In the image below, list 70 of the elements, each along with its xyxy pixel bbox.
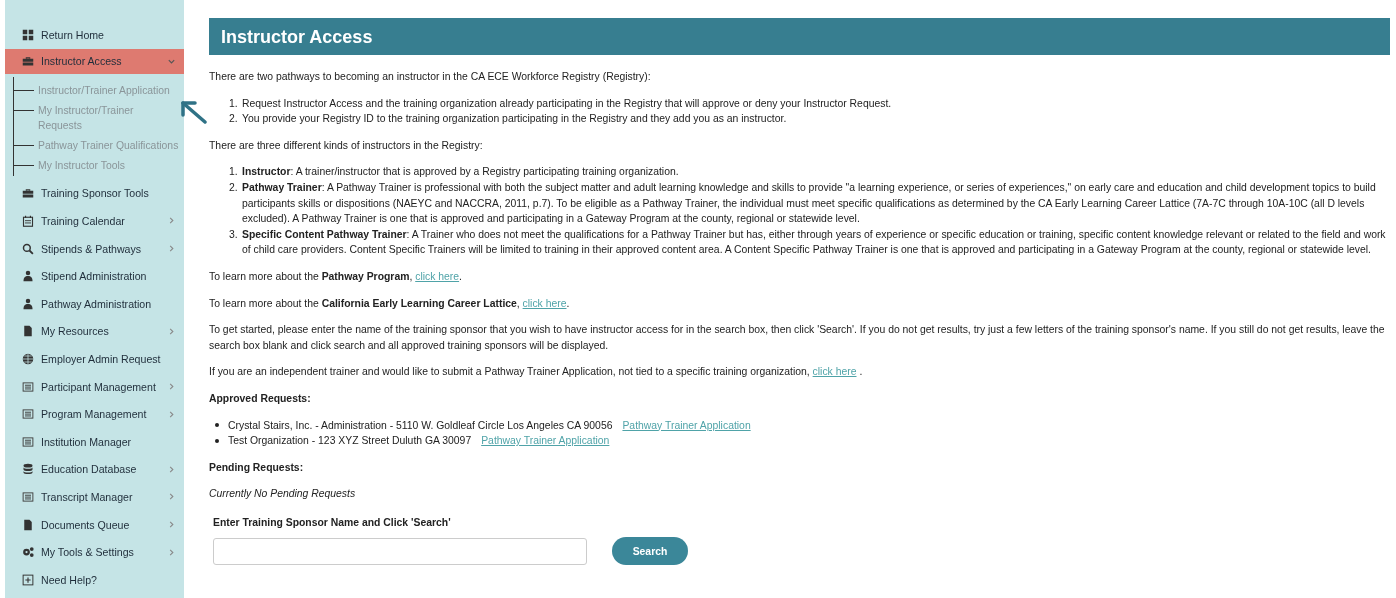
paragraph: To learn more about the California Early Learning Career Lattice, click here. xyxy=(209,296,571,311)
list-item: Request Instructor Access and the training organization already participating in the Registry that will approve or deny your Instructor Request. xyxy=(242,96,893,111)
chevron-right-icon xyxy=(167,382,176,392)
list-item: You provide your Registry ID to the training organization participating in the Registry and they add you as an instructor. xyxy=(242,112,788,127)
gears-icon xyxy=(22,546,34,559)
toolbox-icon xyxy=(22,55,34,68)
bullet-icon xyxy=(215,423,219,428)
list-item: Pathway Trainer: A Pathway Trainer is professional with both the subject matter and adult learning knowledge and skills to provide "a learning experience, or series of experiences," on early care and education and child development topics to build participants skills or dispositions (NAEYC and NACCRA, 2011, p.7). To be eligible as a Pathway Trainer, the individual must meet specific qualifications as determined by the CA Early Learning Career Lattice (7A-7C through 10A-10C (all D levels excluded). A Pathway Trainer is one that is approved and participating in a Gateway Program at the county, regional or statewide level. xyxy=(242,180,1377,227)
grid-icon xyxy=(22,28,34,41)
sidebar-item[interactable]: Education Database xyxy=(5,455,184,484)
sidebar-item[interactable]: My Resources xyxy=(5,317,184,346)
sidebar-item[interactable]: My Tools & Settings xyxy=(5,538,184,566)
person-icon xyxy=(22,270,34,283)
paragraph: To get started, please enter the name of the training sponsor that you wish to have instructor access for in the search box, then click 'Search'. If you do not get results, try just a few letters of the training sponsor's name. If you still do not get results, leave the search box blank and click search and all approved training sponsors will be displayed. xyxy=(209,323,1386,353)
sidebar-item[interactable]: Documents Queue xyxy=(5,510,184,539)
file-icon xyxy=(22,325,34,338)
sidebar-item[interactable]: Stipends & Pathways xyxy=(5,234,184,263)
chevron-right-icon xyxy=(167,244,176,254)
chevron-right-icon xyxy=(167,464,176,474)
empty-note: Currently No Pending Requests xyxy=(209,487,357,502)
request-text: Test Organization - 123 XYZ Street Duluth GA 30097 xyxy=(228,434,472,449)
sidebar-item[interactable]: Instructor Access xyxy=(5,48,184,74)
list-number: 1. xyxy=(229,96,239,111)
database-icon xyxy=(22,463,34,476)
sidebar-item[interactable]: Pathway Administration xyxy=(5,289,184,318)
list-icon xyxy=(22,490,34,503)
file-icon xyxy=(22,518,34,531)
paragraph: There are two pathways to becoming an instructor in the CA ECE Workforce Registry (Registry): xyxy=(209,70,652,84)
search-field[interactable] xyxy=(213,537,587,565)
sidebar-item[interactable]: Training Calendar xyxy=(5,207,184,235)
bullet-icon xyxy=(215,438,219,443)
section-heading: Pending Requests: xyxy=(209,460,305,475)
person-icon xyxy=(22,297,34,310)
field-label: Enter Training Sponsor Name and Click 'Search' xyxy=(213,515,452,530)
sidebar-item[interactable]: Return Home xyxy=(5,21,184,49)
chevron-right-icon xyxy=(167,216,176,226)
page-title: Instructor Access xyxy=(209,18,1390,55)
sidebar-item[interactable]: Transcript Manager xyxy=(5,483,184,511)
chevron-right-icon xyxy=(167,547,176,557)
list-number: 2. xyxy=(229,180,239,195)
sidebar-item[interactable]: Institution Manager xyxy=(5,427,184,456)
sidebar-item[interactable]: Need Help? xyxy=(5,565,184,594)
section-heading: Approved Requests: xyxy=(209,391,312,406)
list-number: 1. xyxy=(229,165,239,180)
paragraph: There are three different kinds of instructors in the Registry: xyxy=(209,138,484,153)
search-button[interactable]: Search xyxy=(612,537,688,566)
sidebar-item[interactable]: Training Sponsor Tools xyxy=(5,179,184,208)
list-icon xyxy=(22,380,34,393)
paragraph: If you are an independent trainer and would like to submit a Pathway Trainer Application, not tied to a specific training organization, click here . xyxy=(209,365,864,380)
sidebar-item[interactable]: Participant Management xyxy=(5,372,184,401)
sidebar-item[interactable]: Employer Admin Request xyxy=(5,345,184,373)
chevron-right-icon xyxy=(167,409,176,419)
list-item: Instructor: A trainer/instructor that is approved by a Registry participating training organization. xyxy=(242,165,680,180)
paragraph: To learn more about the Pathway Program, click here. xyxy=(209,269,463,284)
sidebar-item[interactable]: Program Management xyxy=(5,400,184,428)
sidebar-item[interactable]: Stipend Administration xyxy=(5,262,184,290)
request-text: Crystal Stairs, Inc. - Administration - 5110 W. Goldleaf Circle Los Angeles CA 90056 xyxy=(228,418,613,433)
plus-box-icon xyxy=(22,573,34,586)
chevron-right-icon xyxy=(167,326,176,336)
globe-icon xyxy=(22,352,34,365)
calendar-icon xyxy=(22,215,34,227)
search-icon xyxy=(22,242,34,255)
list-item: Specific Content Pathway Trainer: A Trainer who does not meet the qualifications for a Pathway Trainer but has, either through years of experience or specific education or training, specific content knowledge relevant or related to the field and work of child care providers. Content Specific Trainers will be limited to training in their approved content area. A Content Specific Pathway Trainer is one that is approved and participating in a Gateway Program at the county, regional or statewide level. xyxy=(242,227,1387,258)
list-icon xyxy=(22,408,34,421)
list-number: 3. xyxy=(229,227,239,242)
chevron-right-icon xyxy=(167,520,176,529)
list-number: 2. xyxy=(229,112,239,127)
chevron-right-icon xyxy=(167,492,176,502)
list-icon xyxy=(22,435,34,448)
toolbox-icon xyxy=(22,187,34,200)
